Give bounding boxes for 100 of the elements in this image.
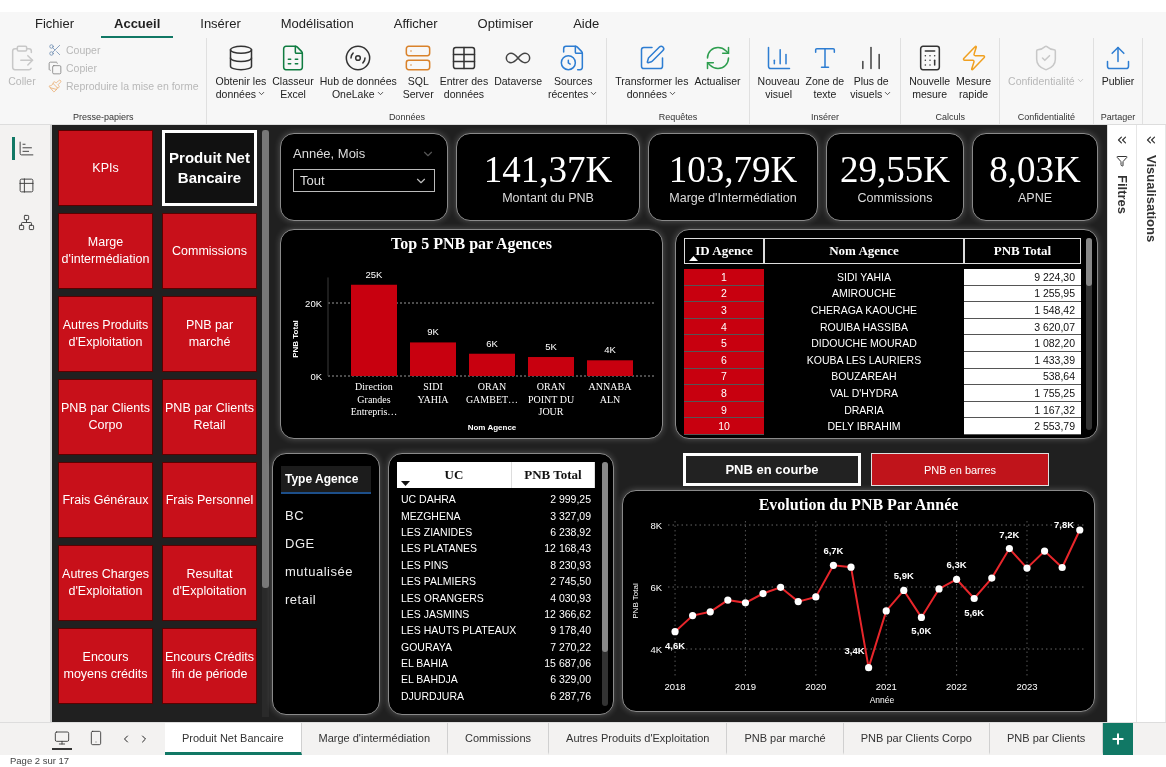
server-icon bbox=[404, 44, 433, 72]
table-cell-text: GOURAYA bbox=[400, 639, 453, 655]
data-point bbox=[1005, 545, 1013, 553]
ribbon-button[interactable]: Obtenir les données bbox=[213, 42, 269, 103]
scrollbar[interactable] bbox=[1086, 238, 1092, 430]
add-page-button[interactable] bbox=[1103, 723, 1134, 755]
data-point bbox=[899, 586, 907, 595]
status-text: Page 2 sur 17 bbox=[9, 755, 71, 767]
menu-tab[interactable]: Insérer bbox=[187, 12, 254, 38]
pane-title[interactable]: Visualisations bbox=[1143, 155, 1159, 243]
scrollbar[interactable] bbox=[602, 462, 608, 706]
ribbon-button[interactable]: Publier bbox=[1099, 42, 1137, 90]
nav-button[interactable]: PNB par marché bbox=[162, 296, 257, 372]
nav-button[interactable]: Frais Généraux bbox=[58, 462, 153, 538]
axis-tick-label: 2020 bbox=[804, 681, 826, 692]
layout-button[interactable] bbox=[52, 728, 72, 750]
slicer-item[interactable]: retail bbox=[281, 588, 371, 616]
nav-button[interactable]: Produit Net Bancaire bbox=[162, 130, 257, 206]
ribbon-button[interactable]: Entrer des données bbox=[437, 42, 491, 103]
column-header[interactable]: PNB Total bbox=[964, 238, 1081, 264]
nav-button[interactable]: Autres Produits d'Exploitation bbox=[58, 296, 153, 372]
axis-title: PNB Total bbox=[630, 583, 640, 619]
data-point bbox=[864, 664, 872, 672]
column-header[interactable]: Nom Agence bbox=[764, 238, 964, 264]
nav-button[interactable]: KPIs bbox=[58, 130, 153, 206]
table-icon bbox=[18, 177, 35, 194]
ribbon-button[interactable]: SQL Server bbox=[400, 42, 436, 103]
data-point bbox=[1058, 563, 1066, 572]
nav-button[interactable]: Marge d'intermédiation bbox=[58, 213, 153, 289]
menu-tab[interactable]: Aide bbox=[560, 12, 613, 38]
nav-button[interactable]: Frais Personnel bbox=[162, 462, 257, 538]
column-header[interactable]: ID Agence bbox=[684, 238, 764, 264]
ribbon-button[interactable]: Actualiser bbox=[692, 42, 743, 90]
nav-button[interactable]: Encours Crédits fin de période bbox=[162, 628, 257, 704]
table-cell: 2 553,79 bbox=[964, 418, 1081, 435]
collapse-button[interactable] bbox=[1115, 133, 1129, 147]
toggle-button[interactable]: PNB en barres bbox=[871, 453, 1049, 486]
nav-button[interactable]: Encours moyens crédits bbox=[58, 628, 153, 704]
ribbon-button[interactable]: Classeur Excel bbox=[270, 42, 316, 103]
chevron-down-icon bbox=[1075, 76, 1085, 85]
axis-title: PNB Total bbox=[290, 320, 300, 358]
sort-caret-icon bbox=[689, 256, 698, 261]
pane-title[interactable]: Filtres bbox=[1114, 175, 1130, 214]
group-label: Presse-papiers bbox=[71, 112, 135, 124]
chevron-down-icon bbox=[257, 89, 266, 98]
slicer-title: Année, Mois bbox=[293, 146, 366, 161]
axis-tick-label: 6K bbox=[649, 582, 662, 594]
nav-button[interactable]: Autres Charges d'Exploitation bbox=[58, 545, 153, 621]
page-tab[interactable]: Produit Net Bancaire bbox=[165, 723, 302, 755]
column-header[interactable]: PNB Total bbox=[512, 462, 595, 488]
table-cell-text: LES PINS bbox=[400, 557, 450, 573]
paintbrush-icon bbox=[48, 79, 62, 93]
table-cell-text: 12 168,43 bbox=[543, 541, 592, 557]
bar bbox=[409, 342, 456, 376]
data-point bbox=[741, 599, 749, 607]
table-cell-text: 7 270,22 bbox=[549, 639, 592, 655]
menu-tab[interactable]: Fichier bbox=[22, 12, 87, 38]
filter-icon bbox=[1116, 155, 1128, 167]
ribbon-button[interactable]: Hub de données OneLake bbox=[317, 42, 399, 103]
nav-button[interactable]: PNB par Clients Corpo bbox=[58, 379, 153, 455]
ribbon-button[interactable]: Mesure rapide bbox=[954, 42, 994, 103]
column-header[interactable]: UC bbox=[397, 462, 512, 488]
nav-button[interactable]: PNB par Clients Retail bbox=[162, 379, 257, 455]
category-label: ORAN POINT DU JOUR bbox=[527, 381, 574, 417]
bar-chart-icon bbox=[18, 140, 35, 157]
scrollbar[interactable] bbox=[262, 130, 269, 717]
data-point bbox=[758, 589, 767, 598]
slicer-item[interactable]: DGE bbox=[281, 532, 371, 560]
dropdown[interactable]: Tout bbox=[293, 169, 435, 192]
ribbon-button[interactable]: Nouvelle mesure bbox=[907, 42, 953, 103]
menu-tab[interactable]: Optimiser bbox=[464, 12, 547, 38]
ribbon-button[interactable]: Dataverse bbox=[492, 42, 545, 90]
slicer-item[interactable]: BC bbox=[281, 504, 371, 532]
slicer-item[interactable]: mutualisée bbox=[281, 560, 371, 588]
menu-tab[interactable]: Afficher bbox=[380, 12, 451, 38]
ribbon-button[interactable]: Sources récentes bbox=[546, 42, 601, 103]
table-cell-text: LES JASMINS bbox=[400, 606, 471, 622]
menu-tab[interactable]: Modélisation bbox=[267, 12, 367, 38]
nav-button[interactable]: Commissions bbox=[162, 213, 257, 289]
toggle-button[interactable]: PNB en courbe bbox=[683, 453, 861, 486]
table-cell-text: 4 030,93 bbox=[549, 590, 592, 606]
kpi-label: Commissions bbox=[857, 191, 933, 205]
table-cell-text: UC DAHRA bbox=[400, 492, 457, 508]
kpi-value: 29,55K bbox=[840, 149, 950, 191]
table-cell: 1 082,20 bbox=[964, 335, 1081, 352]
kpi-value: 103,79K bbox=[668, 149, 798, 191]
bar bbox=[527, 357, 574, 376]
ribbon-button[interactable]: Zone de texte bbox=[803, 42, 847, 103]
upload-icon bbox=[1104, 44, 1132, 72]
ribbon-button[interactable]: Plus de visuels bbox=[848, 42, 895, 103]
ribbon-button[interactable]: Transformer les données bbox=[613, 42, 691, 103]
ribbon-button[interactable]: Nouveau visuel bbox=[755, 42, 802, 103]
double-chevron-icon bbox=[1115, 133, 1129, 147]
table-cell-text: LES ZIANIDES bbox=[400, 524, 474, 540]
table-cell-text: MEZGHENA bbox=[400, 508, 462, 524]
nav-button[interactable]: Resultat d'Exploitation bbox=[162, 545, 257, 621]
collapse-button[interactable] bbox=[1144, 133, 1158, 147]
table-cell-text: LES PLATANES bbox=[400, 541, 479, 557]
diagram-icon bbox=[18, 214, 35, 231]
table-cell: 8 bbox=[684, 385, 764, 402]
